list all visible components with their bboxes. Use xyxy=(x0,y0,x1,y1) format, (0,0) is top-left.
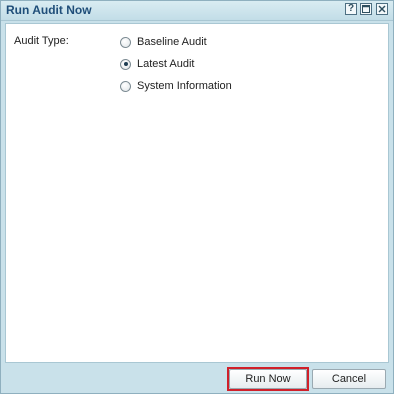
radio-label: System Information xyxy=(137,80,232,92)
radio-latest-audit[interactable]: Latest Audit xyxy=(120,57,195,71)
maximize-icon xyxy=(362,5,370,13)
help-button[interactable]: ? xyxy=(345,3,357,15)
dialog-footer: Run Now Cancel xyxy=(1,364,393,393)
dialog-content: Audit Type: Baseline Audit Latest Audit … xyxy=(5,23,389,363)
radio-system-information[interactable]: System Information xyxy=(120,79,232,93)
radio-label: Baseline Audit xyxy=(137,36,207,48)
audit-type-label: Audit Type: xyxy=(14,35,69,47)
run-now-button[interactable]: Run Now xyxy=(229,369,307,389)
radio-button[interactable] xyxy=(120,80,131,92)
maximize-button[interactable] xyxy=(360,3,372,15)
dialog-title: Run Audit Now xyxy=(6,3,92,17)
radio-label: Latest Audit xyxy=(137,58,195,70)
radio-baseline-audit[interactable]: Baseline Audit xyxy=(120,35,207,49)
cancel-button[interactable]: Cancel xyxy=(312,369,386,389)
radio-button-checked[interactable] xyxy=(120,58,131,70)
close-icon xyxy=(378,5,386,13)
radio-button[interactable] xyxy=(120,36,131,48)
title-bar[interactable]: Run Audit Now ? xyxy=(1,1,393,21)
close-button[interactable] xyxy=(376,3,388,15)
run-audit-dialog: Run Audit Now ? Audit Type: Baseline Aud… xyxy=(0,0,394,394)
help-icon: ? xyxy=(347,3,355,14)
